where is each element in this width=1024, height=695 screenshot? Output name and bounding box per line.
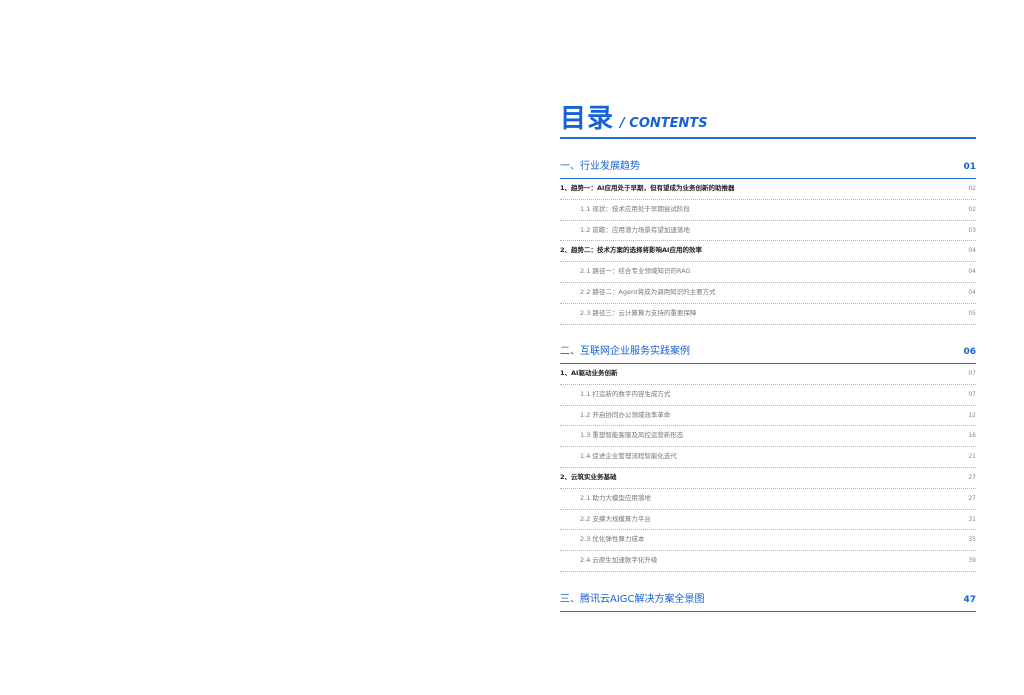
entry-page: 07 bbox=[968, 370, 976, 377]
entry-title: 1、趋势一：AI应用处于早期，但有望成为业务创新的助推器 bbox=[560, 184, 735, 192]
entry-title: 1.4 促进企业管理流程智能化迭代 bbox=[580, 452, 677, 461]
section-heading[interactable]: 一、行业发展趋势 01 bbox=[560, 160, 976, 179]
entry-page: 16 bbox=[968, 432, 976, 440]
entry-title: 2.2 支撑大规模算力平台 bbox=[580, 514, 651, 523]
entry-title: 1.3 重塑智能客服及风控运营新形态 bbox=[580, 431, 684, 440]
toc-entry[interactable]: 1.4 促进企业管理流程智能化迭代 21 bbox=[560, 447, 976, 468]
entry-title: 2、云筑实业务基础 bbox=[560, 472, 617, 481]
entry-page: 21 bbox=[968, 453, 976, 461]
entry-page: 05 bbox=[968, 309, 976, 317]
entry-page: 27 bbox=[968, 494, 976, 502]
toc-section-2: 二、互联网企业服务实践案例 06 1、AI驱动业务创新 07 1.1 打造新的数字… bbox=[560, 345, 976, 572]
title-divider bbox=[560, 137, 976, 139]
section-title: 二、互联网企业服务实践案例 bbox=[560, 346, 690, 357]
toc-entry[interactable]: 1.3 重塑智能客服及风控运营新形态 16 bbox=[560, 426, 976, 448]
toc-entry[interactable]: 1.2 开启协同办公领域效率革命 12 bbox=[560, 406, 976, 427]
entry-title: 2.3 路径三：云计算算力支持的重要保障 bbox=[580, 308, 697, 317]
entry-page: 04 bbox=[968, 288, 976, 296]
entry-page: 04 bbox=[968, 247, 976, 255]
toc-entry[interactable]: 2.2 支撑大规模算力平台 31 bbox=[560, 510, 976, 531]
toc-section-3: 三、腾讯云AIGC解决方案全景图 47 bbox=[560, 593, 976, 612]
toc-entry[interactable]: 2.2 路径二：Agent将成为调用知识的主要方式 04 bbox=[560, 283, 976, 304]
entry-title: 1.2 开启协同办公领域效率革命 bbox=[580, 410, 671, 419]
toc-entry[interactable]: 1.1 打造新的数字内容生成方式 07 bbox=[560, 385, 976, 406]
entry-title: 2.3 优化弹性算力成本 bbox=[580, 535, 645, 544]
entry-page: 02 bbox=[968, 185, 976, 192]
entry-page: 27 bbox=[968, 473, 976, 481]
entry-page: 39 bbox=[968, 557, 976, 565]
section-page: 06 bbox=[963, 347, 976, 357]
entry-title: 1.1 打造新的数字内容生成方式 bbox=[580, 389, 671, 398]
toc-entry[interactable]: 2、云筑实业务基础 27 bbox=[560, 468, 976, 489]
entry-page: 07 bbox=[968, 390, 976, 398]
entry-title: 1.2 前瞻：应用潜力场景有望加速落地 bbox=[580, 225, 690, 234]
entry-title: 2、趋势二：技术方案的选择将影响AI应用的效率 bbox=[560, 246, 702, 255]
entry-page: 02 bbox=[968, 205, 976, 213]
toc-entry[interactable]: 2、趋势二：技术方案的选择将影响AI应用的效率 04 bbox=[560, 241, 976, 263]
entry-title: 2.4 云原生加速数字化升级 bbox=[580, 556, 658, 565]
section-title: 一、行业发展趋势 bbox=[560, 161, 640, 172]
toc-entry[interactable]: 1、趋势一：AI应用处于早期，但有望成为业务创新的助推器 02 bbox=[560, 179, 976, 200]
toc-page: 目录 / CONTENTS 一、行业发展趋势 01 1、趋势一：AI应用处于早期… bbox=[560, 0, 976, 695]
toc-entry[interactable]: 2.1 助力大模型应用落地 27 bbox=[560, 489, 976, 510]
section-page: 47 bbox=[963, 595, 976, 605]
entry-page: 03 bbox=[968, 226, 976, 234]
toc-entry[interactable]: 1.1 现状：技术应用处于早期尝试阶段 02 bbox=[560, 200, 976, 221]
section-title: 三、腾讯云AIGC解决方案全景图 bbox=[560, 594, 705, 605]
toc-section-1: 一、行业发展趋势 01 1、趋势一：AI应用处于早期，但有望成为业务创新的助推器… bbox=[560, 160, 976, 325]
section-page: 01 bbox=[963, 162, 976, 172]
toc-entry[interactable]: 1.2 前瞻：应用潜力场景有望加速落地 03 bbox=[560, 221, 976, 242]
entry-title: 2.2 路径二：Agent将成为调用知识的主要方式 bbox=[580, 287, 716, 296]
toc-entry[interactable]: 2.3 优化弹性算力成本 35 bbox=[560, 530, 976, 552]
entry-page: 35 bbox=[968, 536, 976, 544]
entry-title: 2.1 路径一：结合专业领域知识的RAG bbox=[580, 267, 691, 276]
toc-entry[interactable]: 2.4 云原生加速数字化升级 39 bbox=[560, 551, 976, 572]
entry-title: 2.1 助力大模型应用落地 bbox=[580, 493, 651, 502]
toc-entry[interactable]: 2.1 路径一：结合专业领域知识的RAG 04 bbox=[560, 262, 976, 283]
entry-title: 1、AI驱动业务创新 bbox=[560, 369, 618, 377]
toc-title-cn: 目录 bbox=[560, 104, 615, 134]
toc-title: 目录 / CONTENTS bbox=[560, 104, 976, 134]
toc-entry[interactable]: 2.3 路径三：云计算算力支持的重要保障 05 bbox=[560, 304, 976, 325]
entry-page: 12 bbox=[968, 411, 976, 419]
entry-page: 31 bbox=[968, 515, 976, 523]
entry-page: 04 bbox=[968, 268, 976, 276]
section-heading[interactable]: 三、腾讯云AIGC解决方案全景图 47 bbox=[560, 593, 976, 612]
section-heading[interactable]: 二、互联网企业服务实践案例 06 bbox=[560, 345, 976, 364]
entry-title: 1.1 现状：技术应用处于早期尝试阶段 bbox=[580, 204, 690, 213]
toc-title-en: / CONTENTS bbox=[620, 116, 708, 131]
toc-entry[interactable]: 1、AI驱动业务创新 07 bbox=[560, 364, 976, 385]
